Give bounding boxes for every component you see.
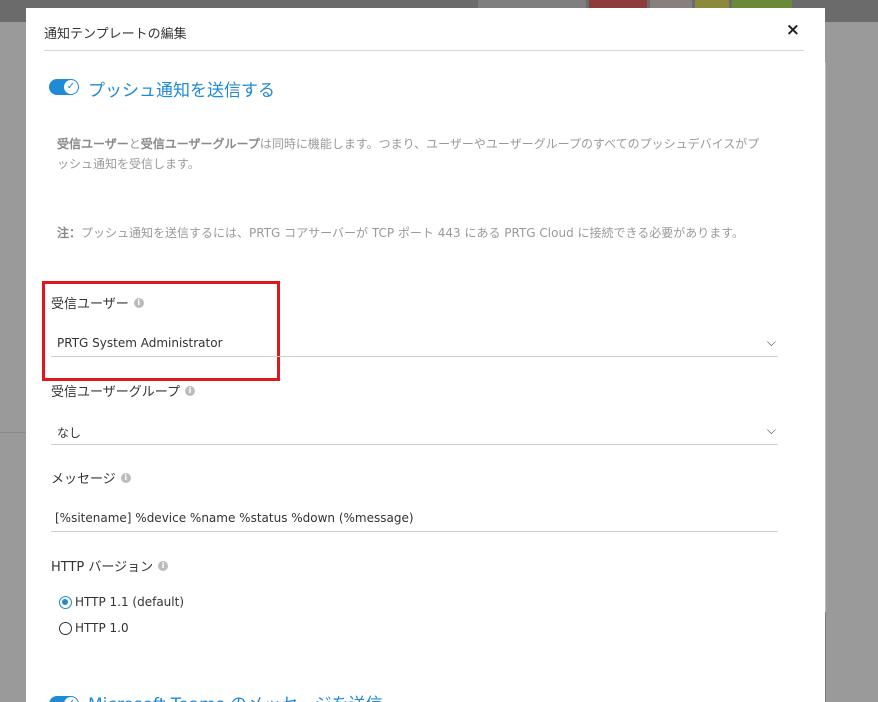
recipient-user-label-text: 受信ユーザー	[51, 297, 129, 312]
recipient-group-select[interactable]: なし ⌵	[51, 418, 778, 445]
http-1-0-radio-option[interactable]: HTTP 1.0	[59, 621, 129, 635]
http-version-label: HTTP バージョン i	[51, 556, 169, 575]
recipient-group-term: 受信ユーザーグループ	[140, 137, 260, 151]
teams-message-toggle-label: Microsoft Teams のメッセージを送信	[88, 690, 383, 702]
chevron-down-icon: ⌵	[766, 335, 776, 349]
recipient-group-label-text: 受信ユーザーグループ	[51, 385, 180, 400]
push-notification-toggle[interactable]: ✓	[49, 79, 79, 95]
message-value: [%sitename] %device %name %status %down …	[55, 511, 414, 525]
http-version-label-text: HTTP バージョン	[51, 560, 154, 575]
note-body: プッシュ通知を送信するには、PRTG コアサーバーが TCP ポート 443 に…	[81, 226, 745, 240]
recipient-group-value: なし	[57, 426, 82, 440]
push-info-text: 受信ユーザーと受信ユーザーグループは同時に機能します。つまり、ユーザーやユーザー…	[57, 134, 762, 174]
recipient-user-value: PRTG System Administrator	[57, 336, 223, 350]
chevron-down-icon: ⌵	[766, 423, 776, 437]
http-1-0-label: HTTP 1.0	[75, 621, 129, 635]
info-icon[interactable]: i	[120, 472, 131, 483]
radio-button-checked[interactable]	[59, 595, 72, 609]
teams-message-toggle[interactable]: ✓	[49, 696, 79, 702]
note-prefix: 注：	[57, 226, 82, 240]
recipient-user-label: 受信ユーザー i	[51, 293, 144, 312]
info-icon[interactable]: i	[158, 560, 169, 571]
http-1-1-label: HTTP 1.1 (default)	[75, 595, 185, 609]
radio-button-unchecked[interactable]	[59, 621, 72, 635]
close-button[interactable]: ×	[786, 20, 800, 40]
push-notification-toggle-label: プッシュ通知を送信する	[88, 81, 275, 101]
message-label: メッセージ i	[51, 468, 131, 487]
info-icon[interactable]: i	[184, 385, 195, 396]
message-input[interactable]: [%sitename] %device %name %status %down …	[51, 505, 778, 532]
dialog-title: 通知テンプレートの編集	[44, 27, 187, 42]
recipient-user-select[interactable]: PRTG System Administrator ⌵	[51, 330, 778, 357]
recipient-group-label: 受信ユーザーグループ i	[51, 381, 195, 400]
edit-notification-template-dialog: 通知テンプレートの編集 × ✓ プッシュ通知を送信する 受信ユーザーと受信ユーザ…	[26, 8, 825, 702]
recipient-user-term: 受信ユーザー	[57, 137, 129, 151]
info-icon[interactable]: i	[133, 297, 144, 308]
check-icon: ✓	[64, 80, 78, 94]
dialog-header: 通知テンプレートの編集 ×	[44, 8, 804, 51]
http-1-1-radio-option[interactable]: HTTP 1.1 (default)	[59, 595, 184, 609]
info-connector: と	[128, 137, 141, 151]
message-label-text: メッセージ	[51, 472, 116, 487]
push-note-text: 注：プッシュ通知を送信するには、PRTG コアサーバーが TCP ポート 443…	[57, 223, 762, 243]
check-icon: ✓	[64, 697, 78, 702]
background-divider	[0, 432, 26, 433]
